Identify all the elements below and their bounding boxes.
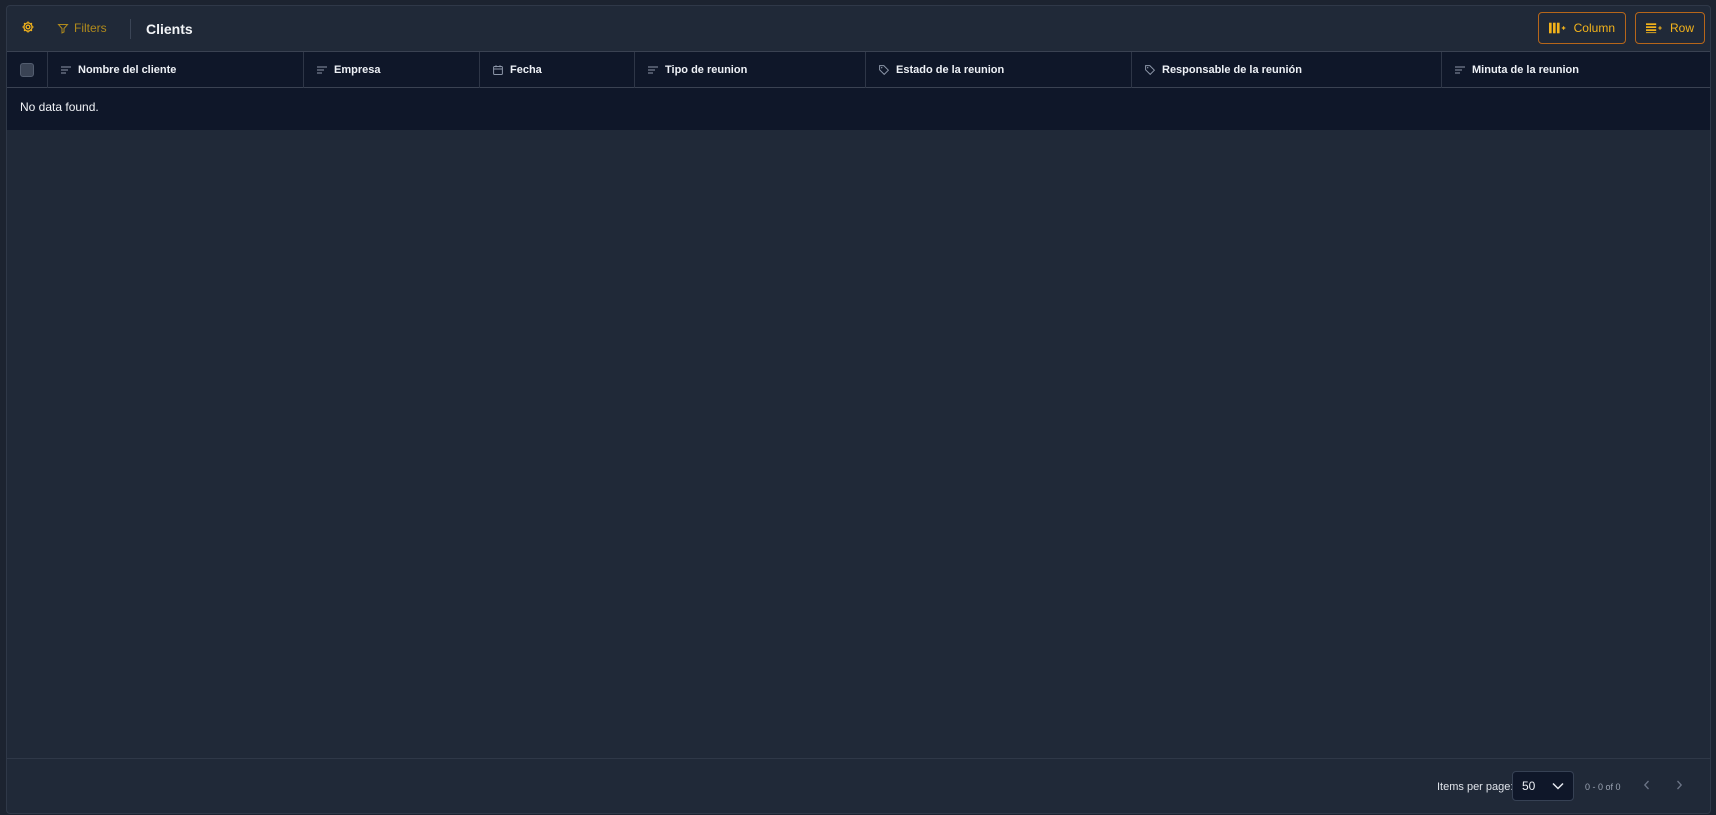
app-frame: Filters Clients Column Row Nombre del cl… xyxy=(6,5,1711,814)
pagination-range: 0 - 0 of 0 xyxy=(1585,782,1621,792)
empty-state-message: No data found. xyxy=(20,99,99,114)
text-icon xyxy=(648,66,658,74)
chevron-right-icon xyxy=(1677,780,1683,790)
add-row-icon xyxy=(1646,23,1662,34)
text-icon xyxy=(317,66,327,74)
filters-button[interactable]: Filters xyxy=(57,18,107,38)
column-header-tipo[interactable]: Tipo de reunion xyxy=(634,52,865,88)
add-column-button[interactable]: Column xyxy=(1538,12,1626,44)
column-header-label: Fecha xyxy=(510,64,542,76)
column-header-empresa[interactable]: Empresa xyxy=(303,52,479,88)
items-per-page-label: Items per page: xyxy=(1437,781,1514,793)
text-icon xyxy=(61,66,71,74)
calendar-icon xyxy=(493,65,503,75)
text-icon xyxy=(1455,66,1465,74)
select-all-cell xyxy=(7,52,47,88)
column-header-minuta[interactable]: Minuta de la reunion xyxy=(1441,52,1710,88)
column-header-estado[interactable]: Estado de la reunion xyxy=(865,52,1131,88)
select-all-checkbox[interactable] xyxy=(20,63,34,77)
column-header-nombre[interactable]: Nombre del cliente xyxy=(47,52,303,88)
column-header-label: Nombre del cliente xyxy=(78,64,177,76)
chevron-left-icon xyxy=(1643,780,1649,790)
data-table: Nombre del cliente Empresa Fecha Tipo de… xyxy=(7,51,1710,130)
tag-icon xyxy=(1145,65,1155,75)
column-header-label: Minuta de la reunion xyxy=(1472,64,1579,76)
next-page-button[interactable] xyxy=(1671,777,1687,793)
column-header-label: Tipo de reunion xyxy=(665,64,748,76)
column-header-label: Responsable de la reunión xyxy=(1162,64,1302,76)
filter-icon xyxy=(57,23,69,34)
previous-page-button[interactable] xyxy=(1639,777,1655,793)
items-per-page-value: 50 xyxy=(1522,779,1536,793)
settings-button[interactable] xyxy=(18,17,38,37)
add-row-button[interactable]: Row xyxy=(1635,12,1705,44)
table-header: Nombre del cliente Empresa Fecha Tipo de… xyxy=(7,52,1710,88)
filters-label: Filters xyxy=(74,21,107,35)
toolbar-divider xyxy=(130,19,131,39)
column-header-label: Estado de la reunion xyxy=(896,64,1005,76)
pagination-bar: Items per page: 50 0 - 0 of 0 xyxy=(7,758,1710,813)
column-header-fecha[interactable]: Fecha xyxy=(479,52,634,88)
add-column-icon xyxy=(1549,22,1566,34)
column-header-label: Empresa xyxy=(334,64,381,76)
column-header-responsable[interactable]: Responsable de la reunión xyxy=(1131,52,1441,88)
add-column-label: Column xyxy=(1573,21,1615,35)
chevron-down-icon xyxy=(1552,782,1564,790)
toolbar: Filters Clients Column Row xyxy=(7,6,1710,51)
tag-icon xyxy=(879,65,889,75)
gear-icon xyxy=(22,21,34,33)
add-row-label: Row xyxy=(1669,21,1694,35)
page-title: Clients xyxy=(146,21,193,37)
items-per-page-select[interactable]: 50 xyxy=(1512,771,1574,801)
